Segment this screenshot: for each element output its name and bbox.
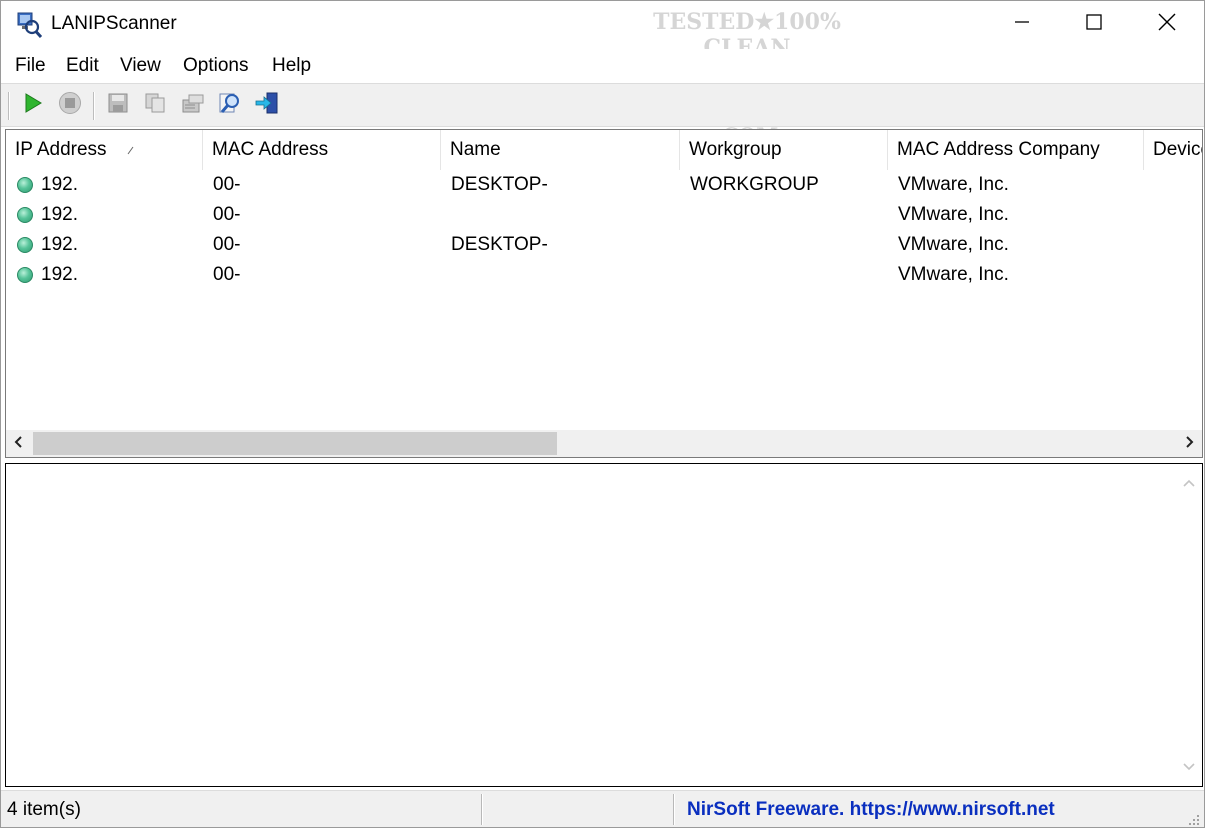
toolbar-grip[interactable] [8, 92, 10, 120]
cell-mac: 00- [213, 174, 241, 195]
exit-icon [254, 91, 280, 121]
cell-company: VMware, Inc. [898, 204, 1009, 225]
find-button[interactable] [215, 91, 245, 121]
window-title: LANIPScanner [51, 13, 177, 34]
menu-edit[interactable]: Edit [66, 55, 99, 77]
chevron-right-icon [1183, 433, 1195, 455]
table-row[interactable]: 192. 00- DESKTOP- VMware, Inc. [6, 230, 1202, 260]
properties-icon [181, 92, 205, 120]
save-icon [107, 92, 129, 120]
network-scanner-icon [16, 12, 43, 39]
scroll-right-button[interactable] [1176, 430, 1202, 457]
exit-button[interactable] [252, 91, 282, 121]
details-pane[interactable] [5, 463, 1203, 787]
copy-button[interactable] [140, 91, 170, 121]
column-device[interactable]: Device [1144, 130, 1202, 170]
column-label: MAC Address [212, 139, 329, 160]
minimize-icon [1013, 13, 1031, 37]
app-window: LANIPScanner TESTED★100% CLEAN CERTIFIED… [0, 0, 1205, 828]
maximize-icon [1085, 13, 1103, 37]
status-divider [673, 794, 675, 825]
status-bar: 4 item(s) NirSoft Freeware. https://www.… [1, 790, 1204, 827]
horizontal-scroll-thumb[interactable] [33, 432, 557, 455]
scroll-down-button[interactable] [1176, 754, 1202, 780]
chevron-down-icon [1182, 756, 1196, 778]
chevron-left-icon [13, 433, 25, 455]
save-button[interactable] [103, 91, 133, 121]
column-mac-company[interactable]: MAC Address Company [888, 130, 1144, 170]
toolbar-separator [93, 92, 95, 120]
results-list[interactable]: IP Address MAC Address Name Workgroup MA… [5, 129, 1203, 458]
table-row[interactable]: 192. 00- DESKTOP- WORKGROUP VMware, Inc. [6, 170, 1202, 200]
list-header: IP Address MAC Address Name Workgroup MA… [6, 130, 1202, 170]
cell-mac: 00- [213, 204, 241, 225]
column-workgroup[interactable]: Workgroup [680, 130, 888, 170]
minimize-button[interactable] [986, 1, 1058, 49]
start-scan-button[interactable] [18, 91, 48, 121]
scroll-left-button[interactable] [6, 430, 32, 457]
cell-workgroup: WORKGROUP [690, 174, 819, 195]
column-label: Device [1153, 139, 1202, 160]
properties-button[interactable] [178, 91, 208, 121]
cell-name: DESKTOP- [451, 174, 548, 195]
online-status-icon [17, 207, 33, 223]
cell-ip: 192. [41, 234, 78, 255]
column-label: Workgroup [689, 139, 782, 160]
stop-scan-icon [58, 91, 82, 121]
stop-scan-button[interactable] [55, 91, 85, 121]
resize-grip-icon[interactable] [1186, 810, 1200, 825]
column-label: IP Address [15, 139, 107, 160]
cell-ip: 192. [41, 174, 78, 195]
menu-bar: File Edit View Options Help [1, 49, 1204, 83]
online-status-icon [17, 177, 33, 193]
close-icon [1158, 13, 1176, 37]
table-row[interactable]: 192. 00- VMware, Inc. [6, 260, 1202, 290]
column-name[interactable]: Name [441, 130, 680, 170]
status-divider [481, 794, 483, 825]
cell-ip: 192. [41, 264, 78, 285]
cell-name: DESKTOP- [451, 234, 548, 255]
table-row[interactable]: 192. 00- VMware, Inc. [6, 200, 1202, 230]
cell-mac: 00- [213, 264, 241, 285]
menu-file[interactable]: File [15, 55, 46, 77]
find-icon [218, 91, 242, 121]
cell-company: VMware, Inc. [898, 174, 1009, 195]
menu-options[interactable]: Options [183, 55, 248, 77]
item-count: 4 item(s) [7, 799, 81, 820]
column-mac-address[interactable]: MAC Address [203, 130, 441, 170]
cell-company: VMware, Inc. [898, 264, 1009, 285]
nirsoft-link[interactable]: NirSoft Freeware. https://www.nirsoft.ne… [687, 794, 1055, 825]
scroll-up-button[interactable] [1176, 470, 1202, 496]
close-button[interactable] [1131, 1, 1203, 49]
column-label: Name [450, 139, 501, 160]
horizontal-scrollbar[interactable] [6, 430, 1202, 457]
chevron-up-icon [1182, 472, 1196, 494]
maximize-button[interactable] [1058, 1, 1130, 49]
toolbar [1, 83, 1204, 127]
column-ip-address[interactable]: IP Address [6, 130, 203, 170]
menu-view[interactable]: View [120, 55, 161, 77]
start-scan-icon [22, 92, 44, 120]
online-status-icon [17, 267, 33, 283]
cell-company: VMware, Inc. [898, 234, 1009, 255]
cell-ip: 192. [41, 204, 78, 225]
vertical-scrollbar[interactable] [1176, 464, 1202, 786]
cell-mac: 00- [213, 234, 241, 255]
copy-icon [144, 92, 166, 120]
title-bar[interactable]: LANIPScanner [1, 1, 1204, 49]
menu-help[interactable]: Help [272, 55, 311, 77]
online-status-icon [17, 237, 33, 253]
column-label: MAC Address Company [897, 139, 1100, 160]
sort-ascending-icon [126, 130, 136, 170]
